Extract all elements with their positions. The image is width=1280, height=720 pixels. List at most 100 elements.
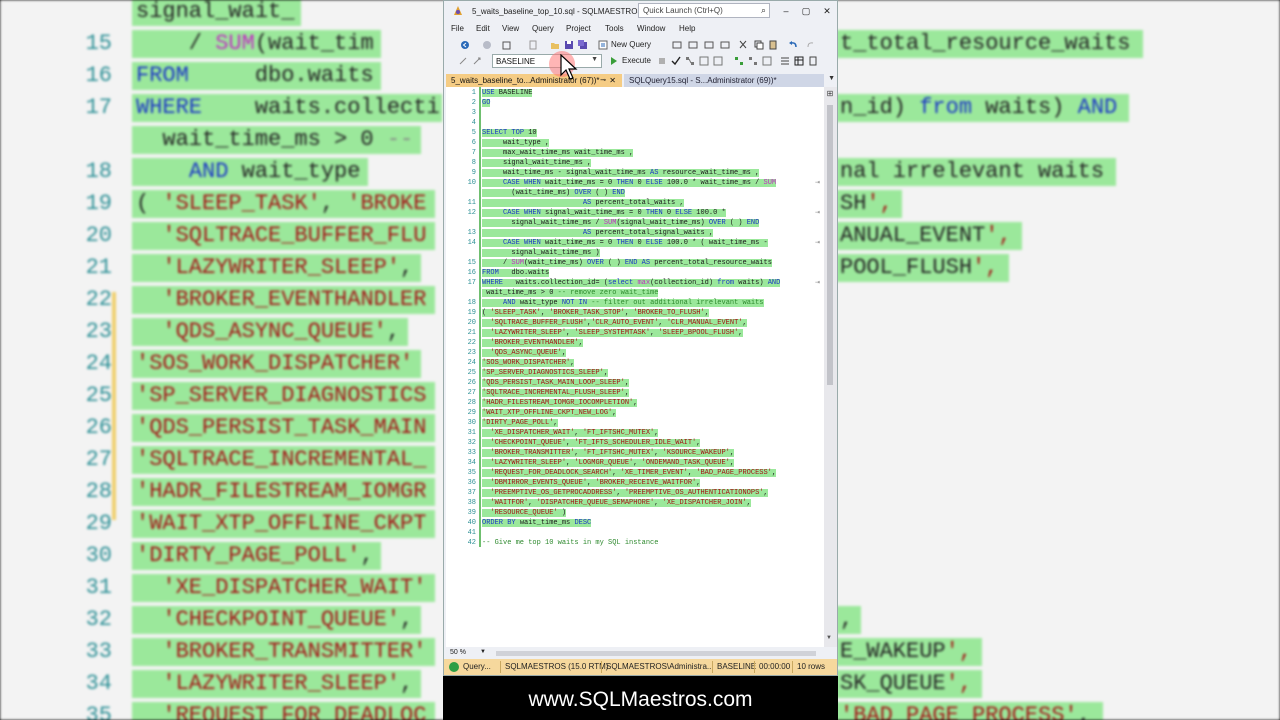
maximize-button[interactable]: ▢ xyxy=(799,4,813,18)
line-number: 29 xyxy=(467,409,476,417)
menu-item-tools[interactable]: Tools xyxy=(605,24,624,33)
pin-icon[interactable]: ⊸ xyxy=(600,74,606,87)
save-icon[interactable] xyxy=(564,40,574,50)
paste-icon[interactable] xyxy=(768,40,778,50)
actual-plan-icon[interactable] xyxy=(734,56,744,66)
execute-icon[interactable] xyxy=(609,56,619,66)
word-wrap-icon: ⇥ xyxy=(814,279,820,286)
code-line: 29 'WAIT_XTP_OFFLINE_CKPT_NEW_LOG', xyxy=(446,408,826,418)
bg-line-number: 26 xyxy=(85,415,112,440)
line-number: 26 xyxy=(467,379,476,387)
results-to-file-icon[interactable] xyxy=(808,56,818,66)
menu-item-query[interactable]: Query xyxy=(532,24,554,33)
query-tool-icon-3[interactable] xyxy=(704,40,714,50)
code-line: 26 'QDS_PERSIST_TASK_MAIN_LOOP_SLEEP', xyxy=(446,378,826,388)
bg-code-left: 'DIRTY_PAGE_POLL', xyxy=(136,543,374,568)
results-to-text-icon[interactable] xyxy=(780,56,790,66)
split-editor-icon[interactable]: ⊞ xyxy=(825,89,835,99)
code-line: 3 xyxy=(446,108,826,118)
save-all-icon[interactable] xyxy=(578,40,588,50)
minimize-button[interactable]: – xyxy=(779,4,793,18)
code-line: 7 max_wait_time_ms wait_time_ms , xyxy=(446,148,826,158)
open-file-icon[interactable] xyxy=(550,40,560,50)
cut-icon[interactable] xyxy=(738,40,748,50)
code-line: wait_time_ms > 0 -- remove zero wait_tim… xyxy=(446,288,826,298)
bg-code-left: 'REQUEST_FOR_DEADLOC xyxy=(162,703,427,720)
change-connection-icon[interactable] xyxy=(472,56,482,66)
database-select[interactable]: BASELINE ▼ xyxy=(492,54,602,68)
bg-code-right: ANUAL_EVENT', xyxy=(840,223,1012,248)
query-options-icon[interactable] xyxy=(699,56,709,66)
zoom-level[interactable]: 50 % xyxy=(450,649,466,656)
new-project-icon[interactable] xyxy=(502,40,512,50)
intellisense-icon[interactable] xyxy=(713,56,723,66)
query-editor[interactable]: 1 USE BASELINE 2 GO 3 4 5 SELECT TOP 10 6 wait_t… xyxy=(446,87,826,647)
tab-waits-baseline[interactable]: 5_waits_baseline_to...Administrator (67)… xyxy=(446,74,622,87)
add-file-icon[interactable] xyxy=(528,40,538,50)
menu-item-help[interactable]: Help xyxy=(679,24,695,33)
close-window-button[interactable]: ✕ xyxy=(820,4,834,18)
undo-icon[interactable] xyxy=(788,40,798,50)
database-select-value: BASELINE xyxy=(496,57,536,66)
code-text: WHERE waits.collection_id= (select max(c… xyxy=(482,279,781,287)
tab-sqlquery15[interactable]: SQLQuery15.sql - S...Administrator (69))… xyxy=(624,74,824,87)
copy-icon[interactable] xyxy=(754,40,764,50)
parse-checkmark-icon[interactable] xyxy=(671,56,681,66)
query-tool-icon-4[interactable] xyxy=(720,40,730,50)
status-database: BASELINE xyxy=(717,662,757,671)
search-icon[interactable]: ⌕ xyxy=(761,5,766,16)
line-number: 3 xyxy=(471,109,476,117)
code-line: 5 SELECT TOP 10 xyxy=(446,128,826,138)
line-number: 24 xyxy=(467,359,476,367)
menu-item-window[interactable]: Window xyxy=(637,24,665,33)
code-text: 'QDS_PERSIST_TASK_MAIN_LOOP_SLEEP', xyxy=(482,379,630,387)
scroll-down-icon[interactable]: ▼ xyxy=(826,635,832,641)
execute-button[interactable]: Execute xyxy=(622,56,651,65)
code-text: GO xyxy=(482,99,491,107)
back-icon[interactable] xyxy=(460,40,470,50)
connect-icon[interactable] xyxy=(458,56,468,66)
bg-line-number: 24 xyxy=(85,351,112,376)
query-tool-icon-1[interactable] xyxy=(672,40,682,50)
stop-icon[interactable] xyxy=(657,56,667,66)
new-query-button[interactable]: New Query xyxy=(611,40,651,49)
query-tool-icon-2[interactable] xyxy=(688,40,698,50)
code-text: signal_wait_time_ms , xyxy=(482,159,592,167)
redo-icon[interactable] xyxy=(806,40,816,50)
code-text: wait_type , xyxy=(482,139,550,147)
scroll-thumb[interactable] xyxy=(827,105,833,385)
estimated-plan-icon[interactable] xyxy=(685,56,695,66)
live-stats-icon[interactable] xyxy=(748,56,758,66)
menu-item-file[interactable]: File xyxy=(451,24,464,33)
bg-line-number: 29 xyxy=(85,511,112,536)
bg-line-number: 21 xyxy=(85,255,112,280)
zoom-dropdown-icon[interactable]: ▼ xyxy=(480,649,486,655)
bg-code-left: 'XE_DISPATCHER_WAIT' xyxy=(162,575,427,600)
vertical-scrollbar[interactable]: ⊞ ▼ xyxy=(824,87,837,647)
line-number: 8 xyxy=(471,159,476,167)
forward-icon[interactable] xyxy=(482,40,492,50)
bg-line-number: 28 xyxy=(85,479,112,504)
close-tab-icon[interactable]: ✕ xyxy=(609,74,616,87)
bg-code-left: 'QDS_ASYNC_QUEUE', xyxy=(162,319,401,344)
horizontal-scrollbar[interactable] xyxy=(496,651,816,656)
line-number: 14 xyxy=(467,239,476,247)
tab-overflow-icon[interactable]: ▼ xyxy=(828,75,835,82)
bg-line-number: 35 xyxy=(85,703,112,720)
code-line: 6 wait_type , xyxy=(446,138,826,148)
menu-item-edit[interactable]: Edit xyxy=(476,24,490,33)
line-number: 33 xyxy=(467,449,476,457)
client-stats-icon[interactable] xyxy=(762,56,772,66)
code-line: 39 'RESOURCE_QUEUE' ) xyxy=(446,508,826,518)
code-line: 33 'BROKER_TRANSMITTER', 'FT_IFTSHC_MUTE… xyxy=(446,448,826,458)
bg-line-number: 20 xyxy=(85,223,112,248)
results-to-grid-icon[interactable] xyxy=(794,56,804,66)
new-query-icon[interactable] xyxy=(598,40,608,50)
code-text: CASE WHEN wait_time_ms = 0 THEN 0 ELSE 1… xyxy=(482,238,768,248)
code-text: 'LAZYWRITER_SLEEP', 'LOGMGR_QUEUE', 'OND… xyxy=(482,458,735,468)
menu-item-view[interactable]: View xyxy=(502,24,519,33)
menu-item-project[interactable]: Project xyxy=(566,24,591,33)
tab-label: SQLQuery15.sql - S...Administrator (69))… xyxy=(629,76,777,85)
code-line: 32 'CHECKPOINT_QUEUE', 'FT_IFTS_SCHEDULE… xyxy=(446,438,826,448)
quick-launch-input[interactable]: Quick Launch (Ctrl+Q) ⌕ xyxy=(638,3,770,18)
